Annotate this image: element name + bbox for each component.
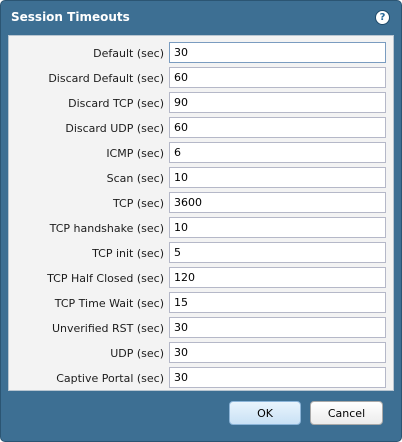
field-row-captive-portal: Captive Portal (sec) [9, 367, 395, 392]
field-row-discard-udp: Discard UDP (sec) [9, 117, 395, 142]
field-row-unverified-rst: Unverified RST (sec) [9, 317, 395, 342]
unverified-rst-label: Unverified RST (sec) [51, 322, 164, 335]
discard-tcp-label: Discard TCP (sec) [68, 97, 164, 110]
field-row-discard-default: Discard Default (sec) [9, 67, 395, 92]
ok-button[interactable]: OK [229, 401, 301, 425]
scan-label: Scan (sec) [106, 172, 164, 185]
discard-udp-input[interactable] [169, 117, 386, 138]
field-row-default: Default (sec) [9, 42, 395, 67]
captive-portal-input[interactable] [169, 367, 386, 388]
discard-default-input[interactable] [169, 67, 386, 88]
unverified-rst-input[interactable] [169, 317, 386, 338]
field-row-udp: UDP (sec) [9, 342, 395, 367]
tcp-init-input[interactable] [169, 242, 386, 263]
dialog-title: Session Timeouts [11, 10, 130, 24]
default-label: Default (sec) [93, 47, 164, 60]
help-icon[interactable]: ? [375, 10, 390, 25]
field-row-tcp-init: TCP init (sec) [9, 242, 395, 267]
tcp-input[interactable] [169, 192, 386, 213]
field-row-icmp: ICMP (sec) [9, 142, 395, 167]
scan-input[interactable] [169, 167, 386, 188]
default-input[interactable] [169, 42, 386, 63]
field-row-scan: Scan (sec) [9, 167, 395, 192]
tcp-half-closed-label: TCP Half Closed (sec) [47, 272, 164, 285]
help-icon-glyph: ? [379, 11, 386, 23]
field-row-tcp-half-closed: TCP Half Closed (sec) [9, 267, 395, 292]
dialog-titlebar: Session Timeouts ? [1, 1, 401, 35]
icmp-label: ICMP (sec) [106, 147, 164, 160]
tcp-handshake-input[interactable] [169, 217, 386, 238]
session-timeouts-dialog: Session Timeouts ? Default (sec) Discard… [0, 0, 402, 442]
field-row-discard-tcp: Discard TCP (sec) [9, 92, 395, 117]
udp-label: UDP (sec) [110, 347, 164, 360]
timeouts-form: Default (sec) Discard Default (sec) Disc… [8, 35, 394, 391]
tcp-time-wait-input[interactable] [169, 292, 386, 313]
field-row-tcp: TCP (sec) [9, 192, 395, 217]
tcp-half-closed-input[interactable] [169, 267, 386, 288]
discard-udp-label: Discard UDP (sec) [65, 122, 164, 135]
tcp-init-label: TCP init (sec) [92, 247, 164, 260]
tcp-label: TCP (sec) [112, 197, 164, 210]
captive-portal-label: Captive Portal (sec) [56, 372, 164, 385]
cancel-button[interactable]: Cancel [310, 401, 383, 425]
tcp-time-wait-label: TCP Time Wait (sec) [54, 297, 164, 310]
field-row-tcp-time-wait: TCP Time Wait (sec) [9, 292, 395, 317]
tcp-handshake-label: TCP handshake (sec) [49, 222, 164, 235]
field-row-tcp-handshake: TCP handshake (sec) [9, 217, 395, 242]
discard-default-label: Discard Default (sec) [48, 72, 164, 85]
discard-tcp-input[interactable] [169, 92, 386, 113]
udp-input[interactable] [169, 342, 386, 363]
icmp-input[interactable] [169, 142, 386, 163]
